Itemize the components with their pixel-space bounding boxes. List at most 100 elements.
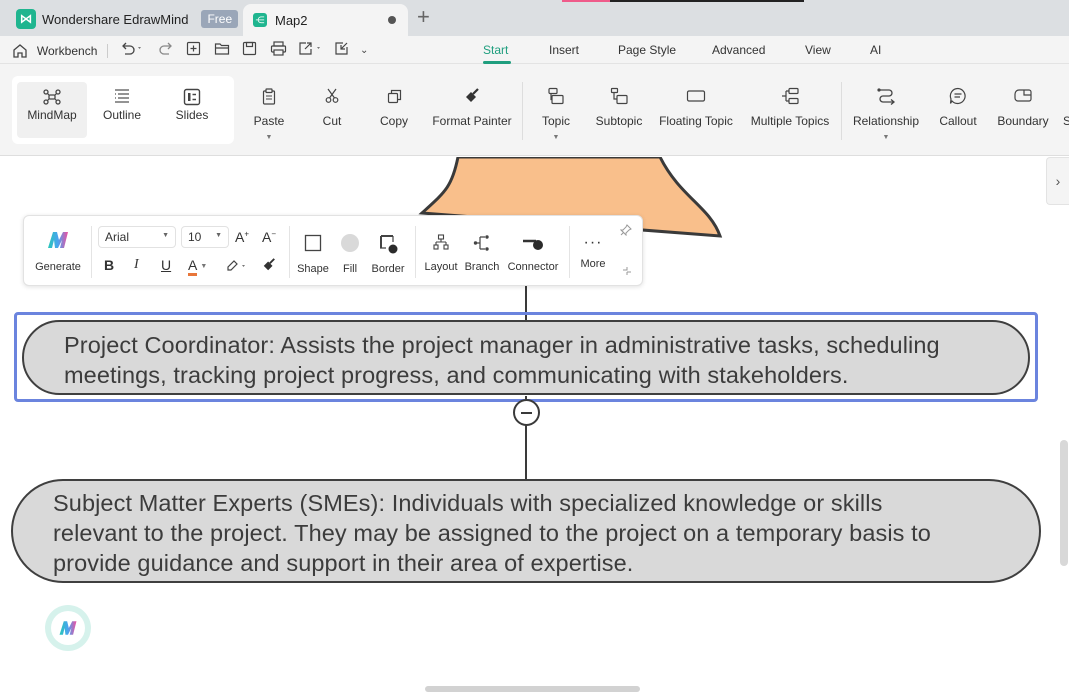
underline-button[interactable]: U [161,257,171,273]
highlight-button[interactable] [225,259,249,276]
format-painter-icon [430,86,514,106]
customize-quick-access-button[interactable]: ⌄ [360,43,368,59]
italic-button[interactable]: I [134,257,139,273]
increase-font-icon: A+ [235,229,250,245]
increase-font-button[interactable]: A+ [235,229,249,245]
connector-icon [523,239,543,250]
horizontal-scrollbar[interactable] [425,686,640,692]
caret-down-icon[interactable]: ▼ [851,134,921,141]
branch-button[interactable]: Branch [463,234,501,273]
tab-advanced[interactable]: Advanced [712,43,765,57]
font-family-select[interactable]: Arial ▼ [98,226,176,248]
font-color-icon: A [188,257,198,276]
tab-ai[interactable]: AI [870,43,881,57]
border-button[interactable]: Border [369,234,407,275]
pin-icon [619,224,632,237]
layout-button[interactable]: Layout [421,234,461,273]
new-tab-button[interactable]: + [417,6,430,28]
topic-node-subject-matter-experts[interactable]: Subject Matter Experts (SMEs): Individua… [11,479,1041,583]
generate-label: Generate [35,261,81,273]
minimize-icon [623,267,631,275]
tab-page-style[interactable]: Page Style [618,43,676,57]
topic-button[interactable]: Topic ▼ [538,64,574,156]
vertical-scrollbar[interactable] [1060,440,1068,566]
undo-button[interactable] [120,41,144,58]
ai-generate-button[interactable]: Generate [32,230,84,273]
cut-label: Cut [322,114,342,128]
ai-assistant-button[interactable] [45,605,91,651]
import-button[interactable] [334,41,350,59]
relationship-button[interactable]: Relationship ▼ [851,64,921,156]
topic-node-project-coordinator[interactable]: Project Coordinator: Assists the project… [22,320,1030,395]
tab-insert[interactable]: Insert [549,43,579,57]
unsaved-indicator-icon[interactable] [388,16,396,24]
caret-down-icon: ▼ [162,232,169,239]
redo-icon [159,42,172,55]
multiple-topics-button[interactable]: Multiple Topics [748,64,832,156]
multiple-topics-icon [748,86,832,106]
print-button[interactable] [270,41,287,59]
copy-button[interactable]: Copy [374,64,414,156]
chevron-right-icon: › [1055,173,1061,189]
callout-button[interactable]: Callout [936,64,980,156]
toolbar-divider [415,226,416,278]
connector-button[interactable]: Connector [505,234,561,273]
fill-button[interactable]: Fill [336,234,364,275]
open-file-button[interactable] [214,41,230,59]
new-file-button[interactable] [186,41,201,59]
tab-view[interactable]: View [805,43,831,57]
layout-icon [433,234,449,250]
save-button[interactable] [242,41,257,59]
caret-down-icon[interactable]: ▼ [247,134,291,141]
branch-icon [473,235,489,251]
export-icon [299,42,320,55]
shape-label: Shape [297,263,329,275]
app-home-tab[interactable]: ⋈ Wondershare EdrawMind Free [16,6,239,32]
tab-start[interactable]: Start [483,43,508,57]
app-name: Wondershare EdrawMind [42,11,189,27]
menu-bar: Workbench ⌄ Start Insert Page Style Adva… [0,36,1069,64]
font-family-value: Arial [105,230,130,244]
copy-icon [374,86,414,106]
font-size-value: 10 [188,230,202,244]
topic-text-line: provide guidance and support in their ar… [53,550,634,576]
toolbar-divider [289,226,290,278]
bold-button[interactable]: B [104,257,114,273]
mindmap-icon [17,82,87,108]
callout-label: Callout [939,114,977,128]
chevron-down-icon: ⌄ [360,45,369,56]
font-color-button[interactable]: A ▼ [188,257,207,276]
workbench-button[interactable]: Workbench [12,42,97,59]
shape-button[interactable]: Shape [296,234,330,275]
clear-format-button[interactable] [262,258,276,275]
paste-button[interactable]: Paste ▼ [247,64,291,156]
pin-toolbar-button[interactable] [619,224,632,239]
document-tab[interactable]: ⋲ Map2 [243,4,408,36]
collapse-toolbar-button[interactable] [622,266,632,279]
more-ribbon-item-clipped[interactable]: S [1062,64,1069,156]
redo-button[interactable] [158,41,174,58]
floating-topic-button[interactable]: Floating Topic [656,64,736,156]
workbench-label: Workbench [36,44,98,58]
format-painter-button[interactable]: Format Painter [430,64,514,156]
boundary-button[interactable]: Boundary [996,64,1050,156]
folder-open-icon [214,43,230,55]
more-button[interactable]: ··· More [576,234,610,270]
cut-button[interactable]: Cut [314,64,350,156]
font-size-select[interactable]: 10 ▼ [181,226,229,248]
decrease-font-button[interactable]: A− [262,229,276,245]
border-label: Border [371,263,405,275]
caret-down-icon[interactable]: ▼ [538,134,574,141]
view-outline-button[interactable]: Outline [87,82,157,138]
relationship-label: Relationship [852,114,920,128]
home-icon [13,44,27,58]
right-panel-toggle[interactable]: › [1046,157,1069,205]
collapse-branch-button[interactable] [513,399,540,426]
topic-text-line: Subject Matter Experts (SMEs): Individua… [53,490,883,516]
toolbar-divider [569,226,570,278]
view-mindmap-button[interactable]: MindMap [17,82,87,138]
more-label: More [580,258,606,270]
export-button[interactable] [298,41,324,59]
view-slides-button[interactable]: Slides [157,82,227,138]
subtopic-button[interactable]: Subtopic [594,64,644,156]
